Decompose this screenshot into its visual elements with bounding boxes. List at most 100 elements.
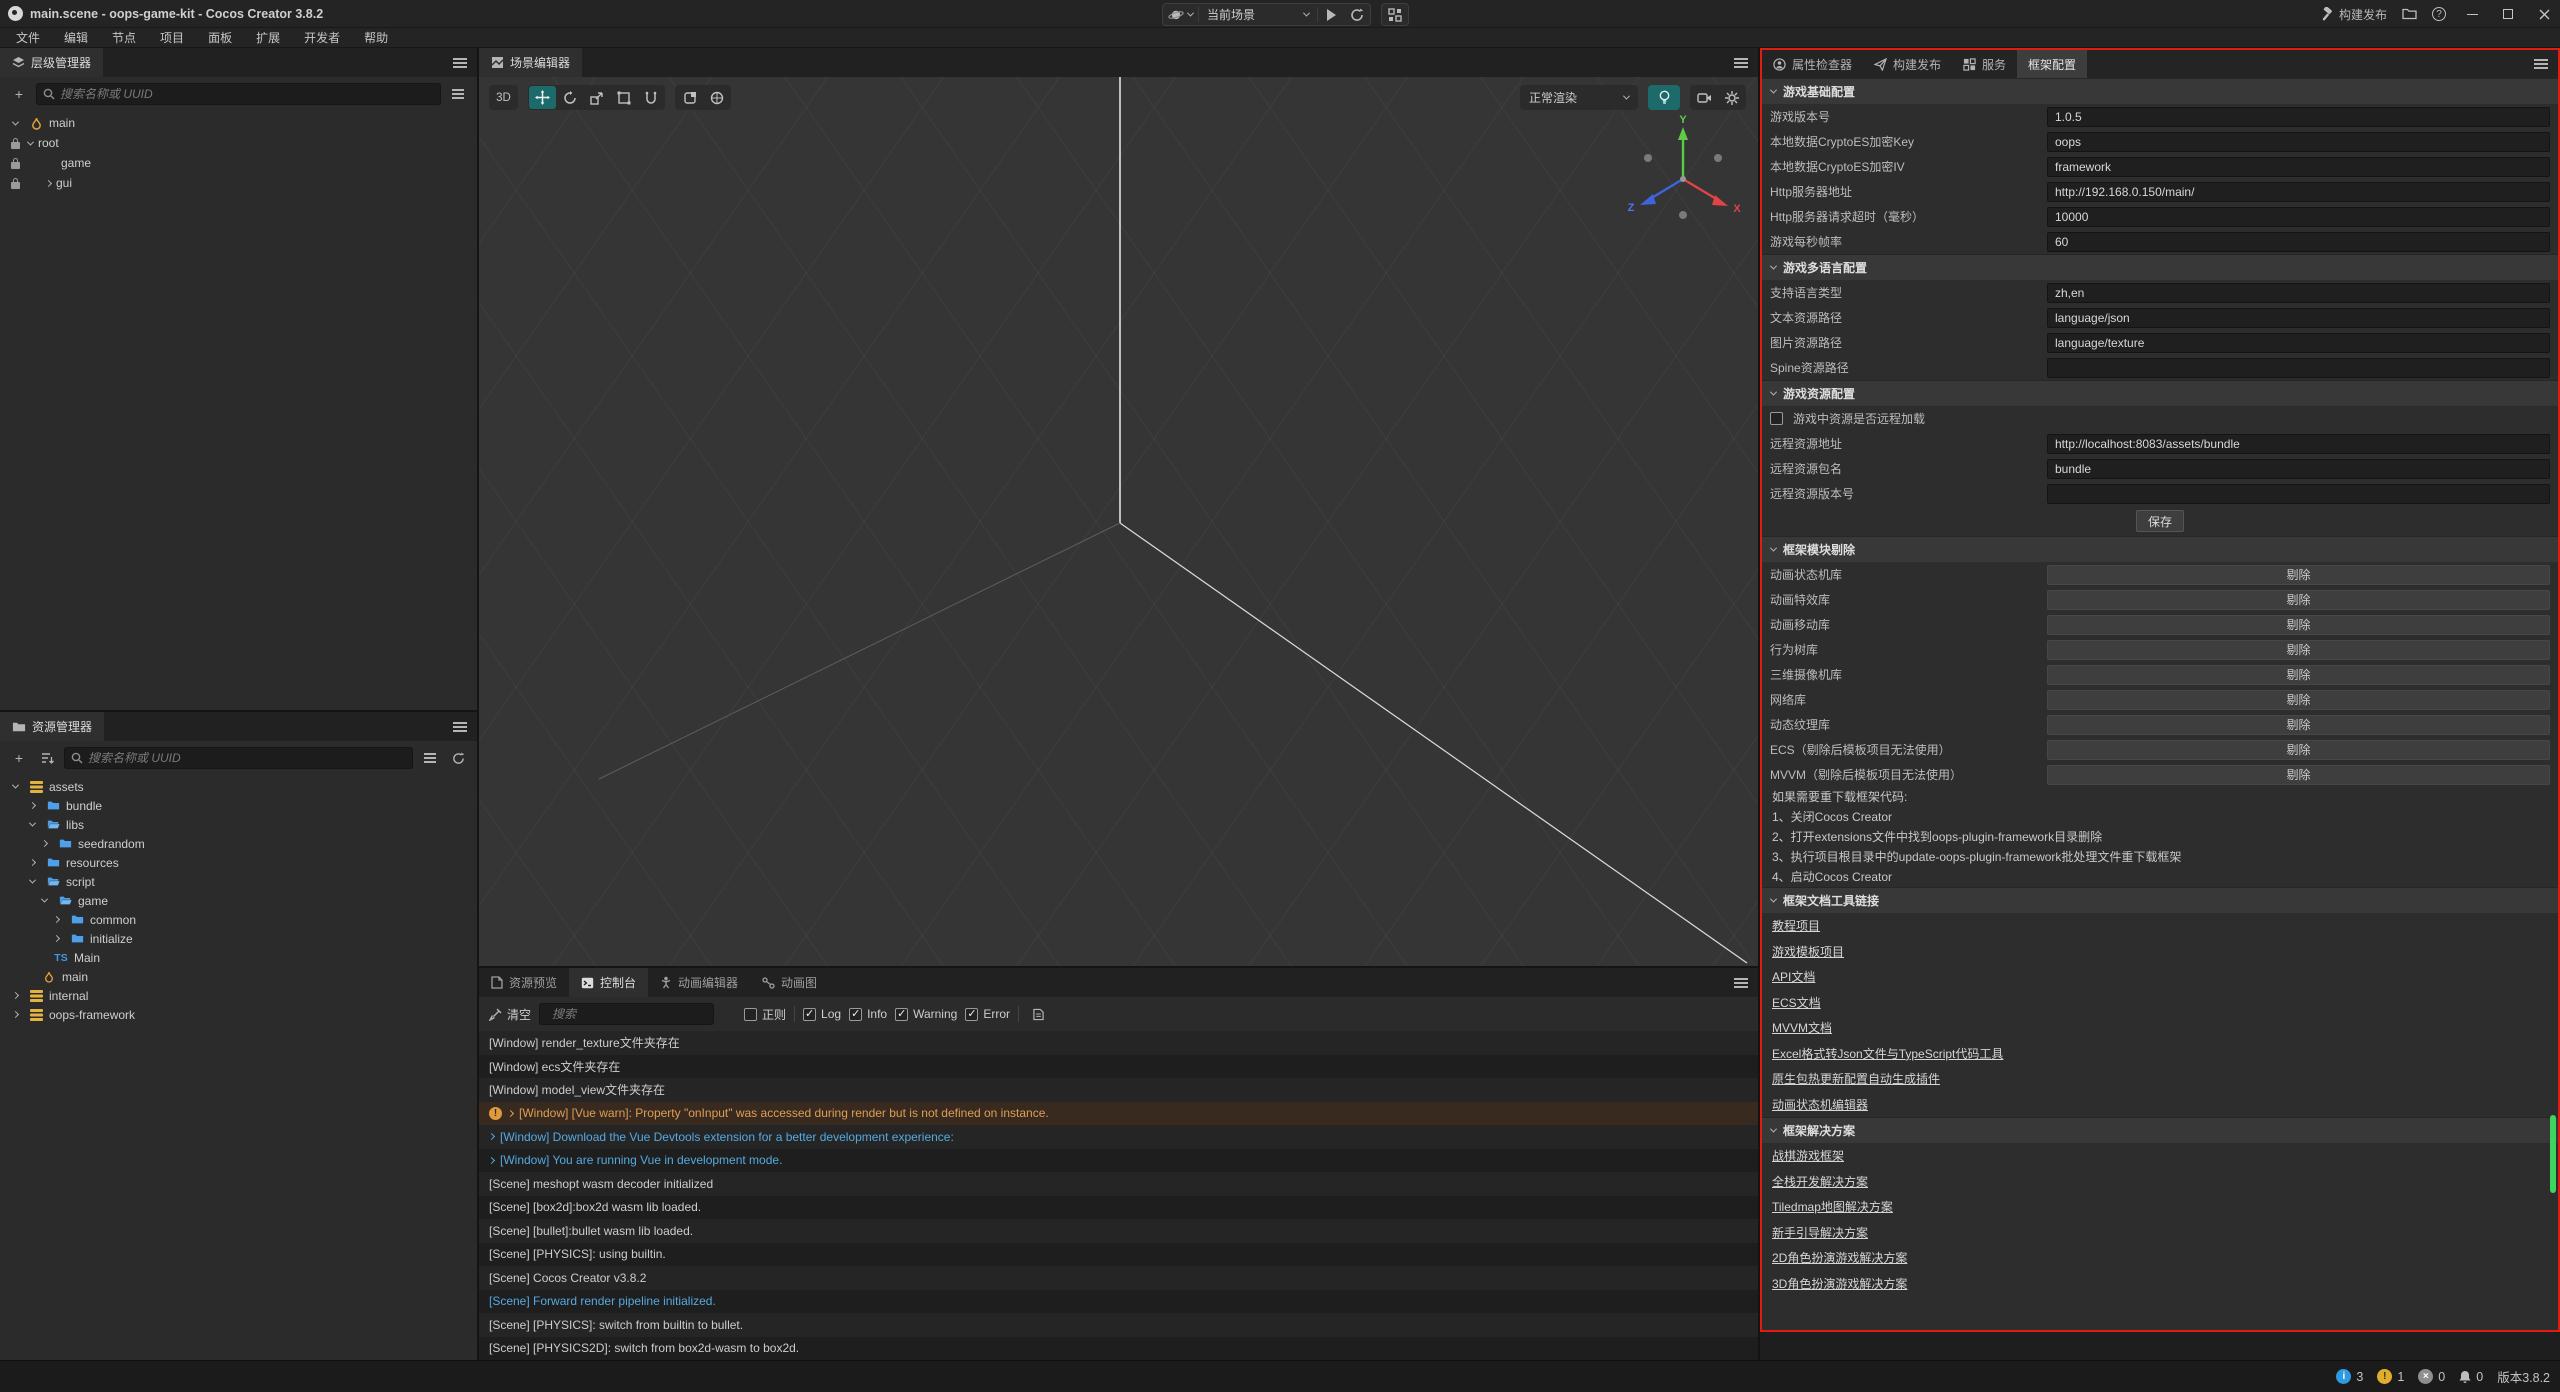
http-timeout-input[interactable] [2047, 207, 2550, 227]
maximize-button[interactable] [2492, 0, 2524, 28]
clear-console-button[interactable]: 清空 [489, 1006, 531, 1023]
move-tool-button[interactable] [529, 86, 556, 109]
assets-search-input[interactable] [64, 747, 413, 769]
image-res-path-input[interactable] [2047, 333, 2550, 353]
asset-node-initialize[interactable]: initialize [0, 929, 477, 948]
game-version-input[interactable] [2047, 107, 2550, 127]
light-toggle-button[interactable] [1648, 85, 1680, 110]
asset-node-seedrandom[interactable]: seedrandom [0, 834, 477, 853]
cull-tween-button[interactable]: 剔除 [2047, 615, 2550, 635]
menu-panel[interactable]: 面板 [196, 28, 244, 48]
assets-menu-icon[interactable] [453, 722, 467, 732]
menu-project[interactable]: 项目 [148, 28, 196, 48]
preview-grid-button[interactable] [1382, 4, 1408, 25]
tab-assets[interactable]: 资源管理器 [0, 712, 104, 741]
log-row[interactable]: [Window] You are running Vue in developm… [479, 1149, 1758, 1173]
console-menu-icon[interactable] [1734, 978, 1748, 988]
rotate-tool-button[interactable] [556, 86, 583, 109]
tab-hierarchy[interactable]: 层级管理器 [0, 48, 103, 77]
mode-3d-button[interactable]: 3D [490, 86, 517, 109]
link-animator-editor[interactable]: 动画状态机编辑器 [1772, 1096, 1868, 1113]
lock-icon[interactable] [8, 178, 23, 189]
warning-count[interactable]: ! 1 [2377, 1369, 2404, 1384]
menu-node[interactable]: 节点 [100, 28, 148, 48]
hierarchy-menu-icon[interactable] [453, 58, 467, 68]
cull-animator-button[interactable]: 剔除 [2047, 565, 2550, 585]
log-row[interactable]: [Window] model_view文件夹存在 [479, 1078, 1758, 1102]
log-row[interactable]: [Window] Download the Vue Devtools exten… [479, 1125, 1758, 1149]
filter-warning-checkbox[interactable]: Warning [895, 1007, 957, 1021]
section-language-config[interactable]: 游戏多语言配置 [1762, 254, 2558, 280]
log-row[interactable]: [Scene] [PHYSICS]: switch from builtin t… [479, 1313, 1758, 1337]
link-tiledmap-solution[interactable]: Tiledmap地图解决方案 [1772, 1198, 1893, 1215]
tab-scene-editor[interactable]: 场景编辑器 [479, 48, 582, 77]
close-button[interactable] [2528, 0, 2560, 28]
scene-settings-button[interactable] [1718, 86, 1745, 109]
log-row[interactable]: [Scene] Forward render pipeline initiali… [479, 1290, 1758, 1314]
section-module-cull[interactable]: 框架模块剔除 [1762, 536, 2558, 562]
asset-node-oops-framework[interactable]: oops-framework [0, 1005, 477, 1024]
render-mode-dropdown[interactable]: 正常渲染 [1520, 85, 1638, 110]
hierarchy-search-input[interactable] [36, 83, 441, 105]
lock-icon[interactable] [8, 158, 23, 169]
link-template-project[interactable]: 游戏模板项目 [1772, 943, 1844, 960]
cull-ecs-button[interactable]: 剔除 [2047, 740, 2550, 760]
log-row[interactable]: [Scene] [PHYSICS]: using builtin. [479, 1243, 1758, 1267]
view-gizmo[interactable]: Y X Z [1618, 111, 1748, 241]
rect-tool-button[interactable] [610, 86, 637, 109]
assets-filter-icon[interactable] [419, 747, 441, 769]
menu-help[interactable]: 帮助 [352, 28, 400, 48]
filter-info-checkbox[interactable]: Info [849, 1007, 887, 1021]
help-button[interactable]: ? [2426, 4, 2452, 25]
link-tutorial-project[interactable]: 教程项目 [1772, 917, 1820, 934]
tab-service[interactable]: 服务 [1952, 50, 2017, 78]
log-row[interactable]: [Scene] [box2d]:box2d wasm lib loaded. [479, 1196, 1758, 1220]
link-hotupdate-plugin[interactable]: 原生包热更新配置自动生成插件 [1772, 1070, 1940, 1087]
http-server-input[interactable] [2047, 182, 2550, 202]
inspector-menu-icon[interactable] [2534, 59, 2548, 69]
platform-selector-button[interactable] [1163, 4, 1198, 25]
remote-bundle-name-input[interactable] [2047, 459, 2550, 479]
scene-viewport[interactable]: 3D [479, 77, 1758, 966]
cull-camera-button[interactable]: 剔除 [2047, 665, 2550, 685]
hierarchy-node-game[interactable]: game [0, 153, 477, 173]
cull-mvvm-button[interactable]: 剔除 [2047, 765, 2550, 785]
asset-node-game[interactable]: game [0, 891, 477, 910]
crypto-iv-input[interactable] [2047, 157, 2550, 177]
asset-node-common[interactable]: common [0, 910, 477, 929]
asset-node-internal[interactable]: internal [0, 986, 477, 1005]
camera-settings-button[interactable] [1691, 86, 1718, 109]
tab-framework-config[interactable]: 框架配置 [2017, 50, 2087, 78]
hierarchy-node-gui[interactable]: gui [0, 173, 477, 193]
link-chess-framework[interactable]: 战棋游戏框架 [1772, 1147, 1844, 1164]
reload-button[interactable] [1344, 4, 1370, 25]
add-asset-button[interactable]: + [8, 747, 30, 769]
tab-animation-editor[interactable]: 动画编辑器 [648, 968, 750, 997]
link-3d-rpg-solution[interactable]: 3D角色扮演游戏解决方案 [1772, 1275, 1907, 1292]
remote-res-version-input[interactable] [2047, 484, 2550, 504]
section-doc-links[interactable]: 框架文档工具链接 [1762, 887, 2558, 913]
filter-error-checkbox[interactable]: Error [965, 1007, 1010, 1021]
open-folder-button[interactable] [2396, 4, 2422, 25]
gizmo-space-button[interactable] [703, 86, 730, 109]
asset-node-bundle[interactable]: bundle [0, 796, 477, 815]
log-file-icon[interactable] [1027, 1003, 1049, 1025]
cull-behavior-tree-button[interactable]: 剔除 [2047, 640, 2550, 660]
hierarchy-filter-icon[interactable] [447, 83, 469, 105]
menu-edit[interactable]: 编辑 [52, 28, 100, 48]
link-ecs-docs[interactable]: ECS文档 [1772, 994, 1821, 1011]
asset-node-main-ts[interactable]: TS Main [0, 948, 477, 967]
asset-node-resources[interactable]: resources [0, 853, 477, 872]
console-search-input[interactable] [539, 1003, 714, 1025]
log-row[interactable]: [Scene] meshopt wasm decoder initialized [479, 1172, 1758, 1196]
notification-count[interactable]: 0 [2459, 1370, 2483, 1384]
inspector-scrollbar[interactable] [2550, 1115, 2556, 1193]
section-solutions[interactable]: 框架解决方案 [1762, 1117, 2558, 1143]
link-2d-rpg-solution[interactable]: 2D角色扮演游戏解决方案 [1772, 1249, 1907, 1266]
menu-file[interactable]: 文件 [4, 28, 52, 48]
tab-asset-preview[interactable]: 资源预览 [479, 968, 569, 997]
section-game-basic-config[interactable]: 游戏基础配置 [1762, 78, 2558, 104]
gizmo-pivot-button[interactable] [676, 86, 703, 109]
spine-res-path-input[interactable] [2047, 358, 2550, 378]
build-publish-button[interactable]: 构建发布 [2314, 4, 2392, 25]
